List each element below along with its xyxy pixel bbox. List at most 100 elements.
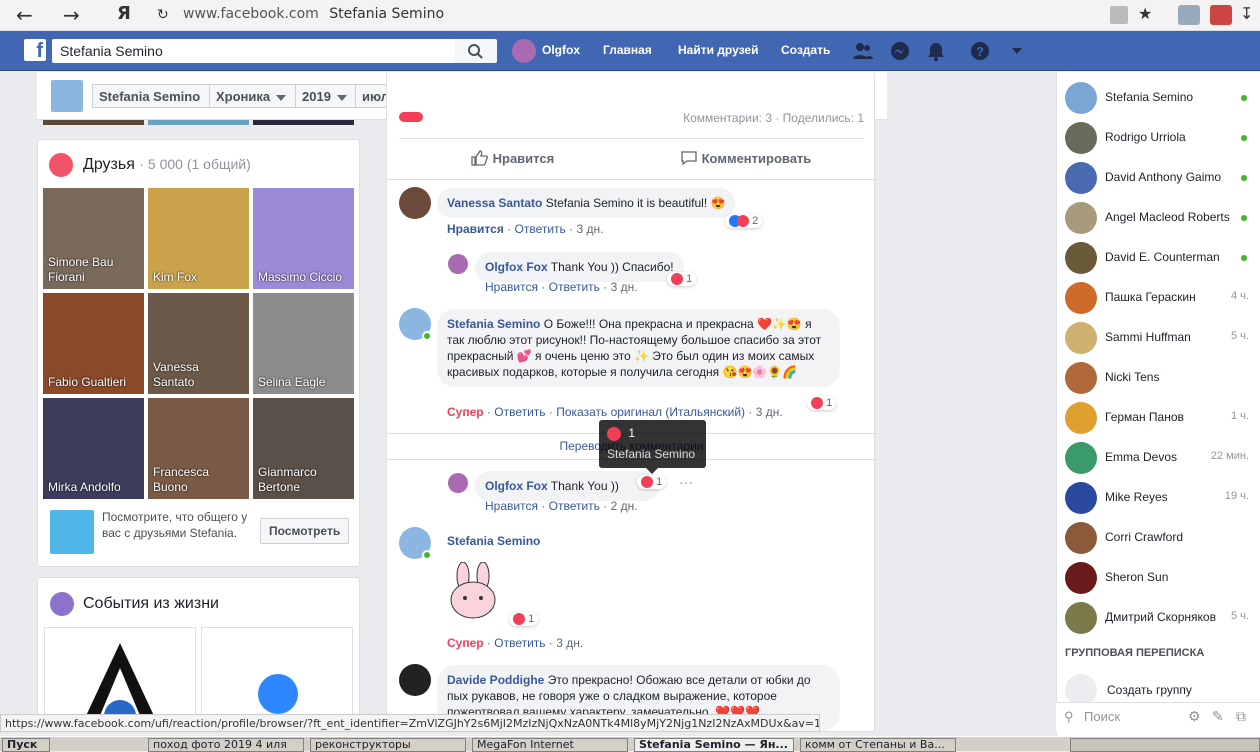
comment-author[interactable]: Stefania Semino [447, 317, 540, 331]
chat-contact[interactable]: Sheron Sun [1065, 558, 1255, 598]
reply-link[interactable]: Ответить [515, 222, 566, 236]
back-icon[interactable]: ← [16, 3, 33, 27]
timestamp[interactable]: 2 дн. [611, 499, 638, 513]
extension-icon[interactable] [1178, 5, 1200, 25]
yandex-icon[interactable]: Я [117, 3, 131, 24]
messenger-icon[interactable] [890, 41, 910, 61]
reaction-count[interactable]: 2 [725, 214, 763, 229]
timestamp[interactable]: 3 дн. [611, 280, 638, 294]
year-dropdown[interactable]: 2019 [295, 84, 356, 108]
see-mutual-button[interactable]: Посмотреть [260, 518, 350, 544]
comment-author[interactable]: Olgfox Fox [485, 260, 548, 274]
chat-contact[interactable]: Stefania Semino [1065, 78, 1255, 118]
chat-contact[interactable]: Sammi Huffman 5 ч. [1065, 318, 1255, 358]
address-bar[interactable]: www.facebook.com Stefania Semino [183, 6, 444, 22]
like-link[interactable]: Нравится [447, 222, 504, 236]
reaction-count[interactable]: 1 [667, 272, 697, 287]
comment-author[interactable]: Stefania Semino [447, 534, 540, 548]
gear-icon[interactable]: ⚙ [1188, 708, 1201, 725]
lock-icon[interactable] [1110, 6, 1128, 24]
reaction-count[interactable]: 1 [807, 396, 837, 411]
chat-contact[interactable]: Corri Crawford [1065, 518, 1255, 558]
show-original-link[interactable]: Показать оригинал (Итальянский) [556, 405, 745, 419]
reply-link[interactable]: Ответить [549, 499, 600, 513]
friend-tile[interactable]: Mirka Andolfo [43, 398, 144, 499]
profile-name-pill[interactable]: Stefania Semino [92, 84, 210, 108]
friend-tile[interactable]: Massimo Ciccio [253, 188, 354, 289]
help-icon[interactable]: ? [970, 41, 990, 61]
post-stats[interactable]: Комментарии: 3 · Поделились: 1 [672, 111, 864, 125]
nav-find-friends[interactable]: Найти друзей [678, 43, 758, 57]
chat-contact[interactable]: Пашка Гераскин 4 ч. [1065, 278, 1255, 318]
more-options-icon[interactable]: ··· [679, 474, 693, 490]
avatar[interactable] [512, 39, 536, 63]
reply-link[interactable]: Ответить [549, 280, 600, 294]
chat-search-input[interactable]: Поиск [1084, 709, 1120, 724]
forward-icon[interactable]: → [63, 3, 80, 27]
like-button[interactable]: Нравится [471, 150, 554, 166]
chat-contact[interactable]: Angel Macleod Roberts [1065, 198, 1255, 238]
avatar[interactable] [399, 664, 431, 696]
like-link[interactable]: Нравится [485, 499, 538, 513]
timestamp[interactable]: 3 дн. [556, 636, 583, 650]
comment-author[interactable]: Davide Poddighe [447, 673, 544, 687]
reply-link[interactable]: Ответить [494, 405, 545, 419]
chat-contact[interactable]: Nicki Tens [1065, 358, 1255, 398]
chevron-down-icon[interactable] [1012, 48, 1022, 54]
search-input[interactable]: Stefania Semino [52, 39, 455, 63]
profile-thumbnail[interactable] [51, 80, 83, 112]
profile-link[interactable]: Olgfox [542, 43, 580, 57]
friend-tile[interactable]: Selina Eagle [253, 293, 354, 394]
taskbar-item[interactable]: реконструкторы [310, 738, 466, 752]
download-icon[interactable]: ↧ [1240, 4, 1253, 23]
timestamp[interactable]: 3 дн. [756, 405, 783, 419]
facebook-logo-icon[interactable]: f [24, 39, 46, 62]
avatar[interactable] [448, 473, 468, 493]
photo-thumbnail[interactable] [253, 120, 354, 125]
friends-title[interactable]: Друзья · 5 000 (1 общий) [83, 156, 251, 174]
life-event-tile[interactable] [44, 627, 196, 732]
nav-create[interactable]: Создать [781, 43, 830, 57]
photo-thumbnail[interactable] [43, 120, 144, 125]
reply-link[interactable]: Ответить [494, 636, 545, 650]
reload-icon[interactable]: ↻ [157, 7, 169, 23]
friend-tile[interactable]: Fabio Gualtieri [43, 293, 144, 394]
photo-thumbnail[interactable] [148, 120, 249, 125]
taskbar-item[interactable]: MegaFon Internet [472, 738, 628, 752]
comment-author[interactable]: Olgfox Fox [485, 479, 548, 493]
taskbar-item[interactable]: комм от Степаны и Ва... [800, 738, 956, 752]
notifications-icon[interactable] [926, 41, 946, 61]
search-button[interactable] [455, 39, 497, 63]
expand-icon[interactable]: ⧉ [1236, 708, 1246, 725]
extension-icon[interactable] [1210, 5, 1232, 25]
taskbar-item[interactable]: поход фото 2019 4 иля [148, 738, 304, 752]
chat-contact[interactable]: David E. Counterman [1065, 238, 1255, 278]
reaction-count[interactable]: 1 [509, 612, 539, 627]
super-link[interactable]: Супер [447, 405, 484, 419]
chat-contact[interactable]: David Anthony Gaimo [1065, 158, 1255, 198]
friend-tile[interactable]: Gianmarco Bertone [253, 398, 354, 499]
comment-button[interactable]: Комментировать [680, 150, 811, 166]
avatar[interactable] [399, 187, 431, 219]
bunny-sticker[interactable] [445, 562, 505, 622]
super-link[interactable]: Супер [447, 636, 484, 650]
compose-icon[interactable]: ✎ [1212, 708, 1224, 725]
friend-requests-icon[interactable] [853, 41, 873, 61]
timestamp[interactable]: 3 дн. [576, 222, 603, 236]
friend-tile[interactable]: Francesca Buono [148, 398, 249, 499]
comment-author[interactable]: Vanessa Santato [447, 196, 542, 210]
chat-contact[interactable]: Дмитрий Скорняков 5 ч. [1065, 598, 1255, 638]
taskbar-item-active[interactable]: Stefania Semino — Ян... [634, 738, 794, 752]
chat-contact[interactable]: Emma Devos 22 мин. [1065, 438, 1255, 478]
chat-contact[interactable]: Mike Reyes 19 ч. [1065, 478, 1255, 518]
chat-contact[interactable]: Rodrigo Urriola [1065, 118, 1255, 158]
reaction-count[interactable]: 1 [637, 475, 667, 490]
friend-tile[interactable]: Kim Fox [148, 188, 249, 289]
avatar[interactable] [448, 254, 468, 274]
create-group-button[interactable]: Создать группу [1065, 674, 1255, 706]
section-dropdown[interactable]: Хроника [209, 84, 296, 108]
like-link[interactable]: Нравится [485, 280, 538, 294]
start-button[interactable]: Пуск [2, 738, 50, 752]
nav-home[interactable]: Главная [603, 43, 652, 57]
friend-tile[interactable]: Vanessa Santato [148, 293, 249, 394]
